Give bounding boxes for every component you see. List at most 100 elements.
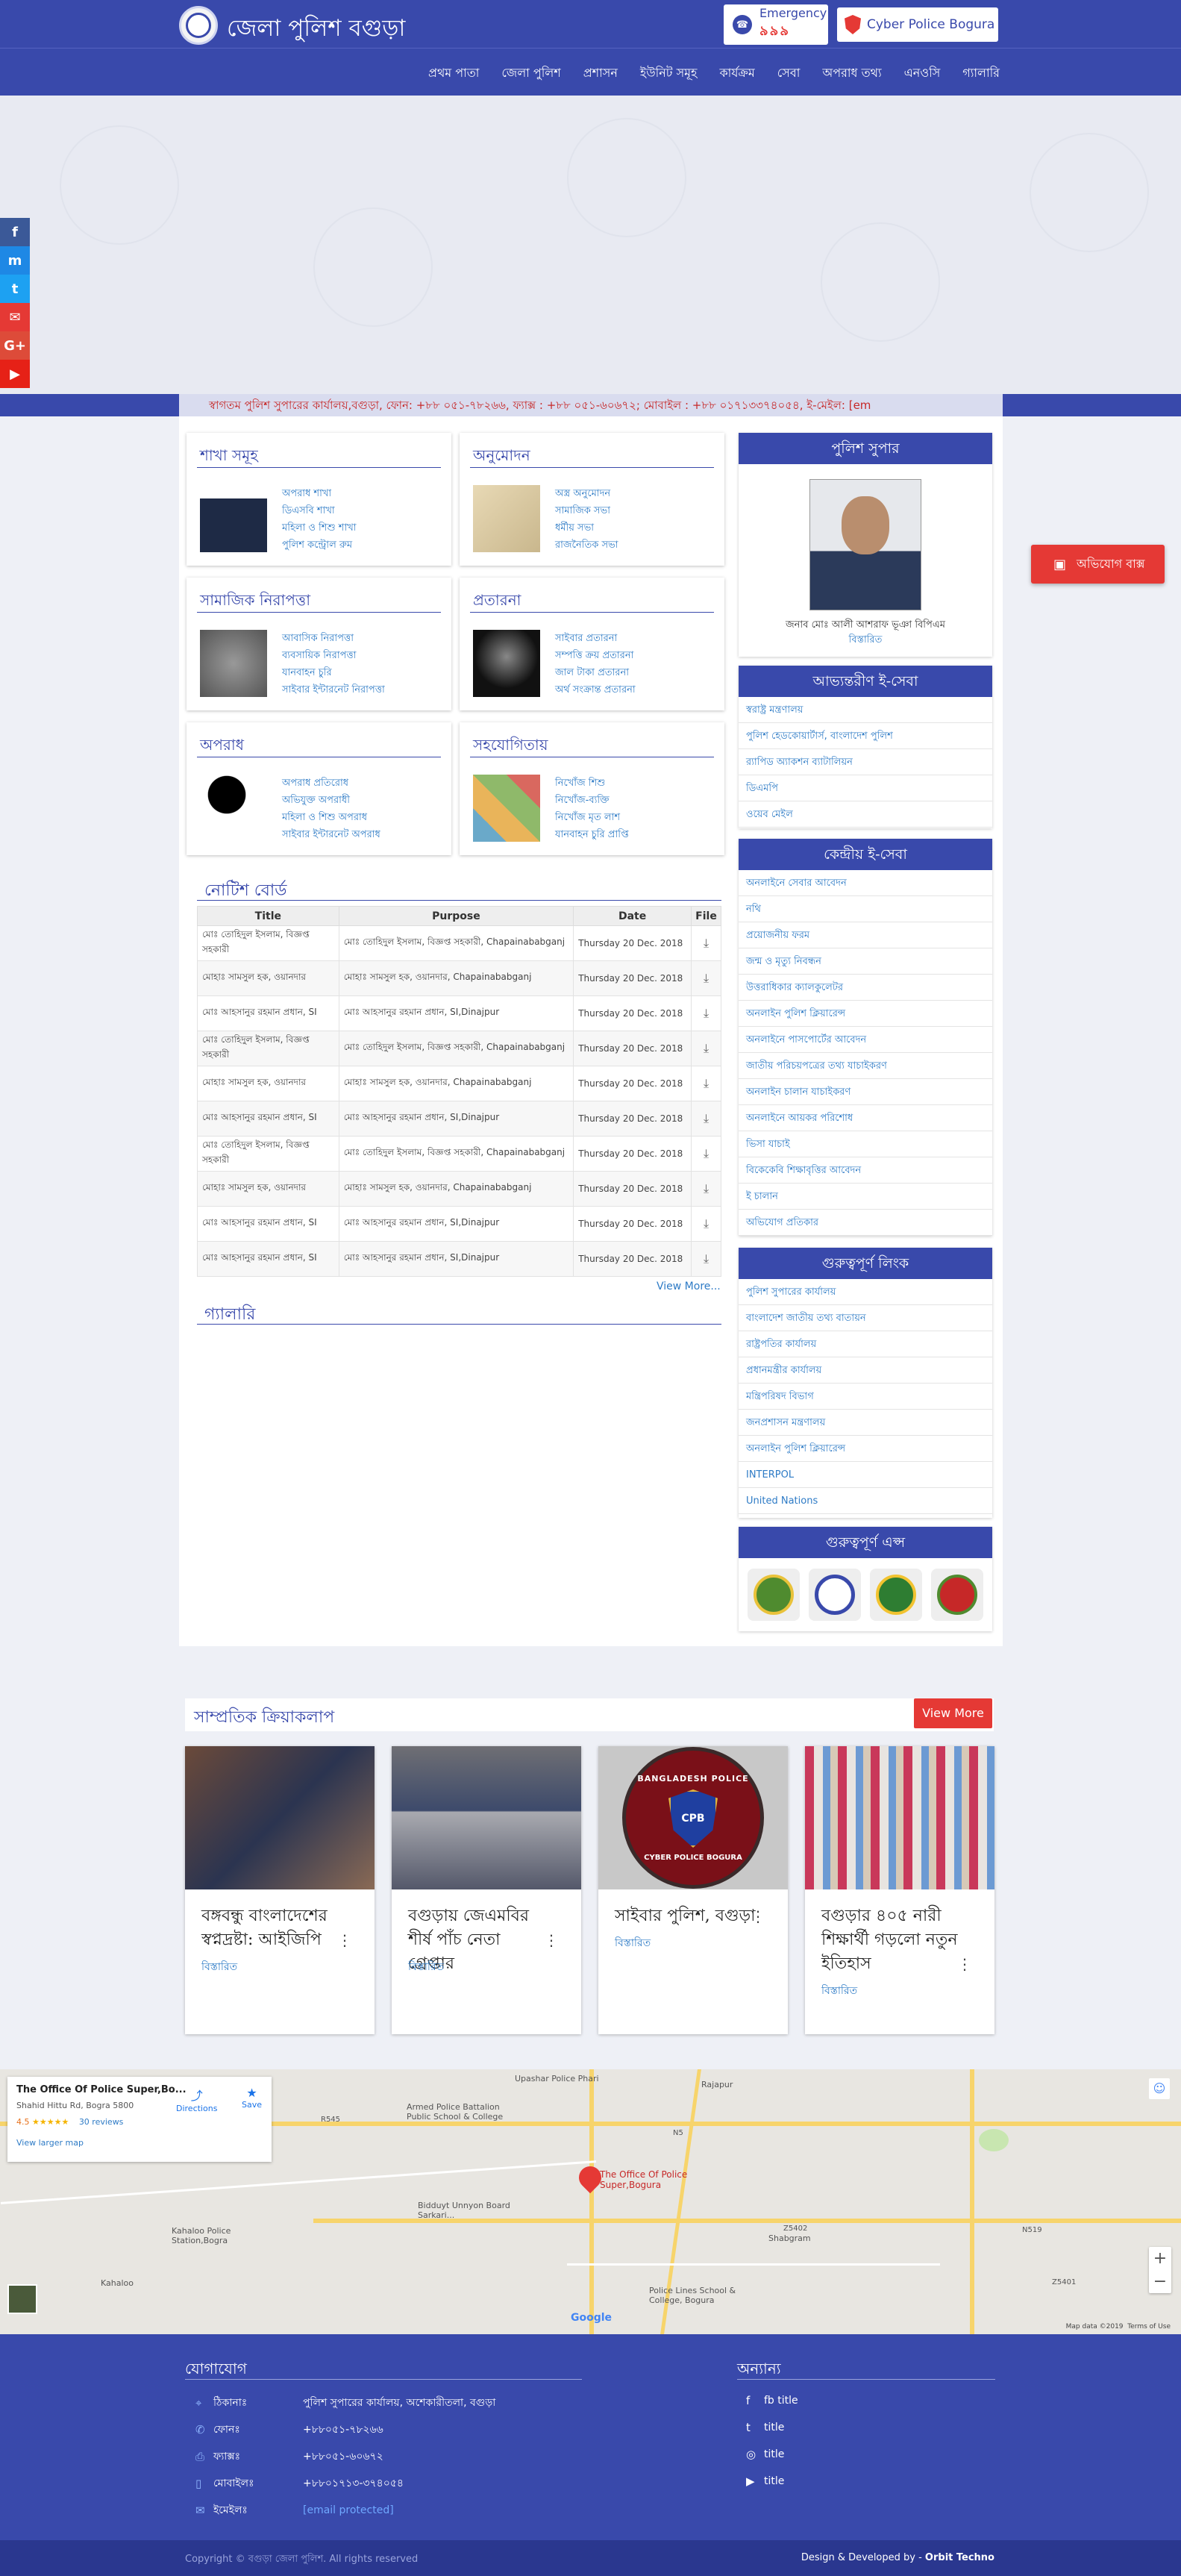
download-icon[interactable]: ⤓: [691, 1136, 721, 1172]
activities-view-more-button[interactable]: View More: [914, 1698, 992, 1728]
activity-detail-link[interactable]: বিস্তারিত: [201, 1958, 237, 1976]
card-link[interactable]: যানবাহন চুরি প্রাপ্তি: [555, 826, 629, 843]
nav-services[interactable]: সেবা: [777, 63, 801, 84]
twitter-icon[interactable]: t: [0, 275, 30, 303]
card-link[interactable]: মহিলা ও শিশু শাখা: [282, 519, 357, 537]
developer-link[interactable]: Orbit Techno: [925, 2552, 994, 2563]
save-button[interactable]: ★ Save: [242, 2086, 262, 2110]
download-icon[interactable]: ⤓: [691, 925, 721, 961]
sidebar-link[interactable]: ডিএমপি: [739, 775, 992, 801]
sidebar-link[interactable]: ই চালান: [739, 1184, 992, 1210]
app-icon[interactable]: [748, 1569, 800, 1621]
card-link[interactable]: নিখোঁজ-ব্যক্তি: [555, 792, 629, 809]
card-link[interactable]: সামাজিক সভা: [555, 502, 618, 519]
download-icon[interactable]: ⤓: [691, 1206, 721, 1242]
sidebar-link[interactable]: উত্তরাধিকার ক্যালকুলেটর: [739, 975, 992, 1001]
card-link[interactable]: যানবাহন চুরি: [282, 664, 385, 681]
activity-detail-link[interactable]: বিস্তারিত: [408, 1958, 444, 1976]
card-link[interactable]: সাইবার প্রতারনা: [555, 630, 636, 647]
cyber-police-button[interactable]: Cyber Police Bogura: [837, 7, 998, 42]
sidebar-link[interactable]: অনলাইন চালান যাচাইকরণ: [739, 1079, 992, 1105]
download-icon[interactable]: ⤓: [691, 1031, 721, 1066]
activity-card[interactable]: বগুড়ায় জেএমবির শীর্ষ পাঁচ নেতা গ্রেপ্ত…: [392, 1746, 581, 2034]
sp-detail-link[interactable]: বিস্তারিত: [739, 633, 992, 648]
complaint-box-button[interactable]: ▣ অভিযোগ বাক্স: [1031, 545, 1165, 584]
sidebar-link[interactable]: ওয়েব মেইল: [739, 801, 992, 828]
activity-card[interactable]: বগুড়ার ৪০৫ নারী শিক্ষার্থী গড়লো নতুন ই…: [805, 1746, 994, 2034]
activity-card[interactable]: বঙ্গবন্ধু বাংলাদেশের স্বপ্নদ্রষ্টা: আইজি…: [185, 1746, 375, 2034]
download-icon[interactable]: ⤓: [691, 1241, 721, 1277]
activity-title[interactable]: বগুড়ার ৪০৫ নারী শিক্ষার্থী গড়লো নতুন ই…: [821, 1904, 963, 1976]
satellite-toggle[interactable]: [7, 2284, 37, 2314]
sidebar-link[interactable]: অনলাইন পুলিশ ক্লিয়ারেন্স: [739, 1436, 992, 1462]
nav-units[interactable]: ইউনিট সমূহ: [640, 63, 698, 84]
footer-other-link[interactable]: title: [764, 2422, 784, 2433]
sidebar-link[interactable]: অভিযোগ প্রতিকার: [739, 1210, 992, 1236]
nav-noc[interactable]: এনওসি: [904, 63, 941, 84]
footer-other-link[interactable]: title: [764, 2475, 784, 2487]
sidebar-link[interactable]: বিকেকেবি শিক্ষাবৃত্তির আবেদন: [739, 1157, 992, 1184]
card-link[interactable]: সাইবার ইন্টারনেট নিরাপত্তা: [282, 681, 385, 698]
card-link[interactable]: অর্থ সংক্রান্ত প্রতারনা: [555, 681, 636, 698]
zoom-out-icon[interactable]: −: [1149, 2270, 1171, 2293]
more-vert-icon[interactable]: ⋮: [751, 1907, 765, 1925]
activity-title[interactable]: বঙ্গবন্ধু বাংলাদেশের স্বপ্নদ্রষ্টা: আইজি…: [201, 1904, 343, 1952]
card-link[interactable]: সম্পত্তি ক্রয় প্রতারনা: [555, 647, 636, 664]
sidebar-link[interactable]: অনলাইন পুলিশ ক্লিয়ারেন্স: [739, 1001, 992, 1027]
view-larger-map-link[interactable]: View larger map: [16, 2138, 84, 2148]
card-link[interactable]: অভিযুক্ত অপরাধী: [282, 792, 380, 809]
directions-button[interactable]: ⤴ Directions: [176, 2086, 217, 2113]
footer-other-link[interactable]: fb title: [764, 2395, 798, 2407]
sidebar-link[interactable]: মন্ত্রিপরিষদ বিভাগ: [739, 1384, 992, 1410]
notice-view-more-link[interactable]: View More...: [657, 1281, 721, 1292]
sidebar-link[interactable]: পুলিশ হেডকোয়ার্টার্স, বাংলাদেশ পুলিশ: [739, 723, 992, 749]
site-title[interactable]: জেলা পুলিশ বগুড়া: [227, 10, 405, 49]
pegman-icon[interactable]: ☺: [1149, 2078, 1170, 2099]
more-vert-icon[interactable]: ⋮: [957, 1955, 972, 1973]
card-link[interactable]: সাইবার ইন্টারনেট অপরাধ: [282, 826, 380, 843]
nav-administration[interactable]: প্রশাসন: [583, 63, 618, 84]
activity-title[interactable]: সাইবার পুলিশ, বগুড়া: [615, 1904, 756, 1928]
download-icon[interactable]: ⤓: [691, 960, 721, 996]
sidebar-link[interactable]: INTERPOL: [739, 1462, 992, 1488]
nav-gallery[interactable]: গ্যালারি: [962, 63, 1000, 84]
download-icon[interactable]: ⤓: [691, 1171, 721, 1207]
app-icon[interactable]: [931, 1569, 983, 1621]
card-link[interactable]: ধর্মীয় সভা: [555, 519, 618, 537]
download-icon[interactable]: ⤓: [691, 995, 721, 1031]
card-link[interactable]: নিখোঁজ মৃত লাশ: [555, 809, 629, 826]
google-plus-icon[interactable]: G+: [0, 331, 30, 360]
card-link[interactable]: অস্ত্র অনুমোদন: [555, 485, 618, 502]
activity-detail-link[interactable]: বিস্তারিত: [821, 1982, 857, 2000]
sidebar-link[interactable]: জন্ম ও মৃত্যু নিবন্ধন: [739, 948, 992, 975]
card-link[interactable]: অপরাধ শাখা: [282, 485, 357, 502]
card-link[interactable]: মহিলা ও শিশু অপরাধ: [282, 809, 380, 826]
sidebar-link[interactable]: ভিসা যাচাই: [739, 1131, 992, 1157]
card-link[interactable]: জাল টাকা প্রতারনা: [555, 664, 636, 681]
card-link[interactable]: অপরাধ প্রতিরোধ: [282, 775, 380, 792]
card-link[interactable]: পুলিশ কন্ট্রোল রুম: [282, 537, 357, 554]
card-link[interactable]: ডিএসবি শাখা: [282, 502, 357, 519]
more-vert-icon[interactable]: ⋮: [337, 1931, 352, 1949]
emergency-button[interactable]: ☎ Emergency ৯৯৯: [724, 4, 828, 45]
card-link[interactable]: আবাসিক নিরাপত্তা: [282, 630, 385, 647]
more-vert-icon[interactable]: ⋮: [544, 1931, 559, 1949]
sidebar-link[interactable]: র‍্যাপিড অ্যাকশন ব্যাটালিয়ন: [739, 749, 992, 775]
card-link[interactable]: রাজনৈতিক সভা: [555, 537, 618, 554]
nav-district-police[interactable]: জেলা পুলিশ: [501, 63, 560, 84]
youtube-icon[interactable]: ▶: [0, 360, 30, 388]
footer-other-link[interactable]: title: [764, 2448, 784, 2460]
sidebar-link[interactable]: বাংলাদেশ জাতীয় তথ্য বাতায়ন: [739, 1305, 992, 1331]
sidebar-link[interactable]: জনপ্রশাসন মন্ত্রণালয়: [739, 1410, 992, 1436]
zoom-in-icon[interactable]: +: [1149, 2247, 1171, 2270]
app-icon[interactable]: [809, 1569, 861, 1621]
sidebar-link[interactable]: নথি: [739, 896, 992, 922]
nav-home[interactable]: প্রথম পাতা: [428, 63, 479, 84]
card-link[interactable]: নিখোঁজ শিশু: [555, 775, 629, 792]
sidebar-link[interactable]: অনলাইনে আয়কর পরিশোধ: [739, 1105, 992, 1131]
activity-card[interactable]: BANGLADESH POLICE CPB CYBER POLICE BOGUR…: [598, 1746, 788, 2034]
sms-icon[interactable]: ✉: [0, 303, 30, 331]
sidebar-link[interactable]: রাষ্ট্রপতির কার্যালয়: [739, 1331, 992, 1357]
sidebar-link[interactable]: প্রয়োজনীয় ফরম: [739, 922, 992, 948]
sidebar-link[interactable]: United Nations: [739, 1488, 992, 1514]
